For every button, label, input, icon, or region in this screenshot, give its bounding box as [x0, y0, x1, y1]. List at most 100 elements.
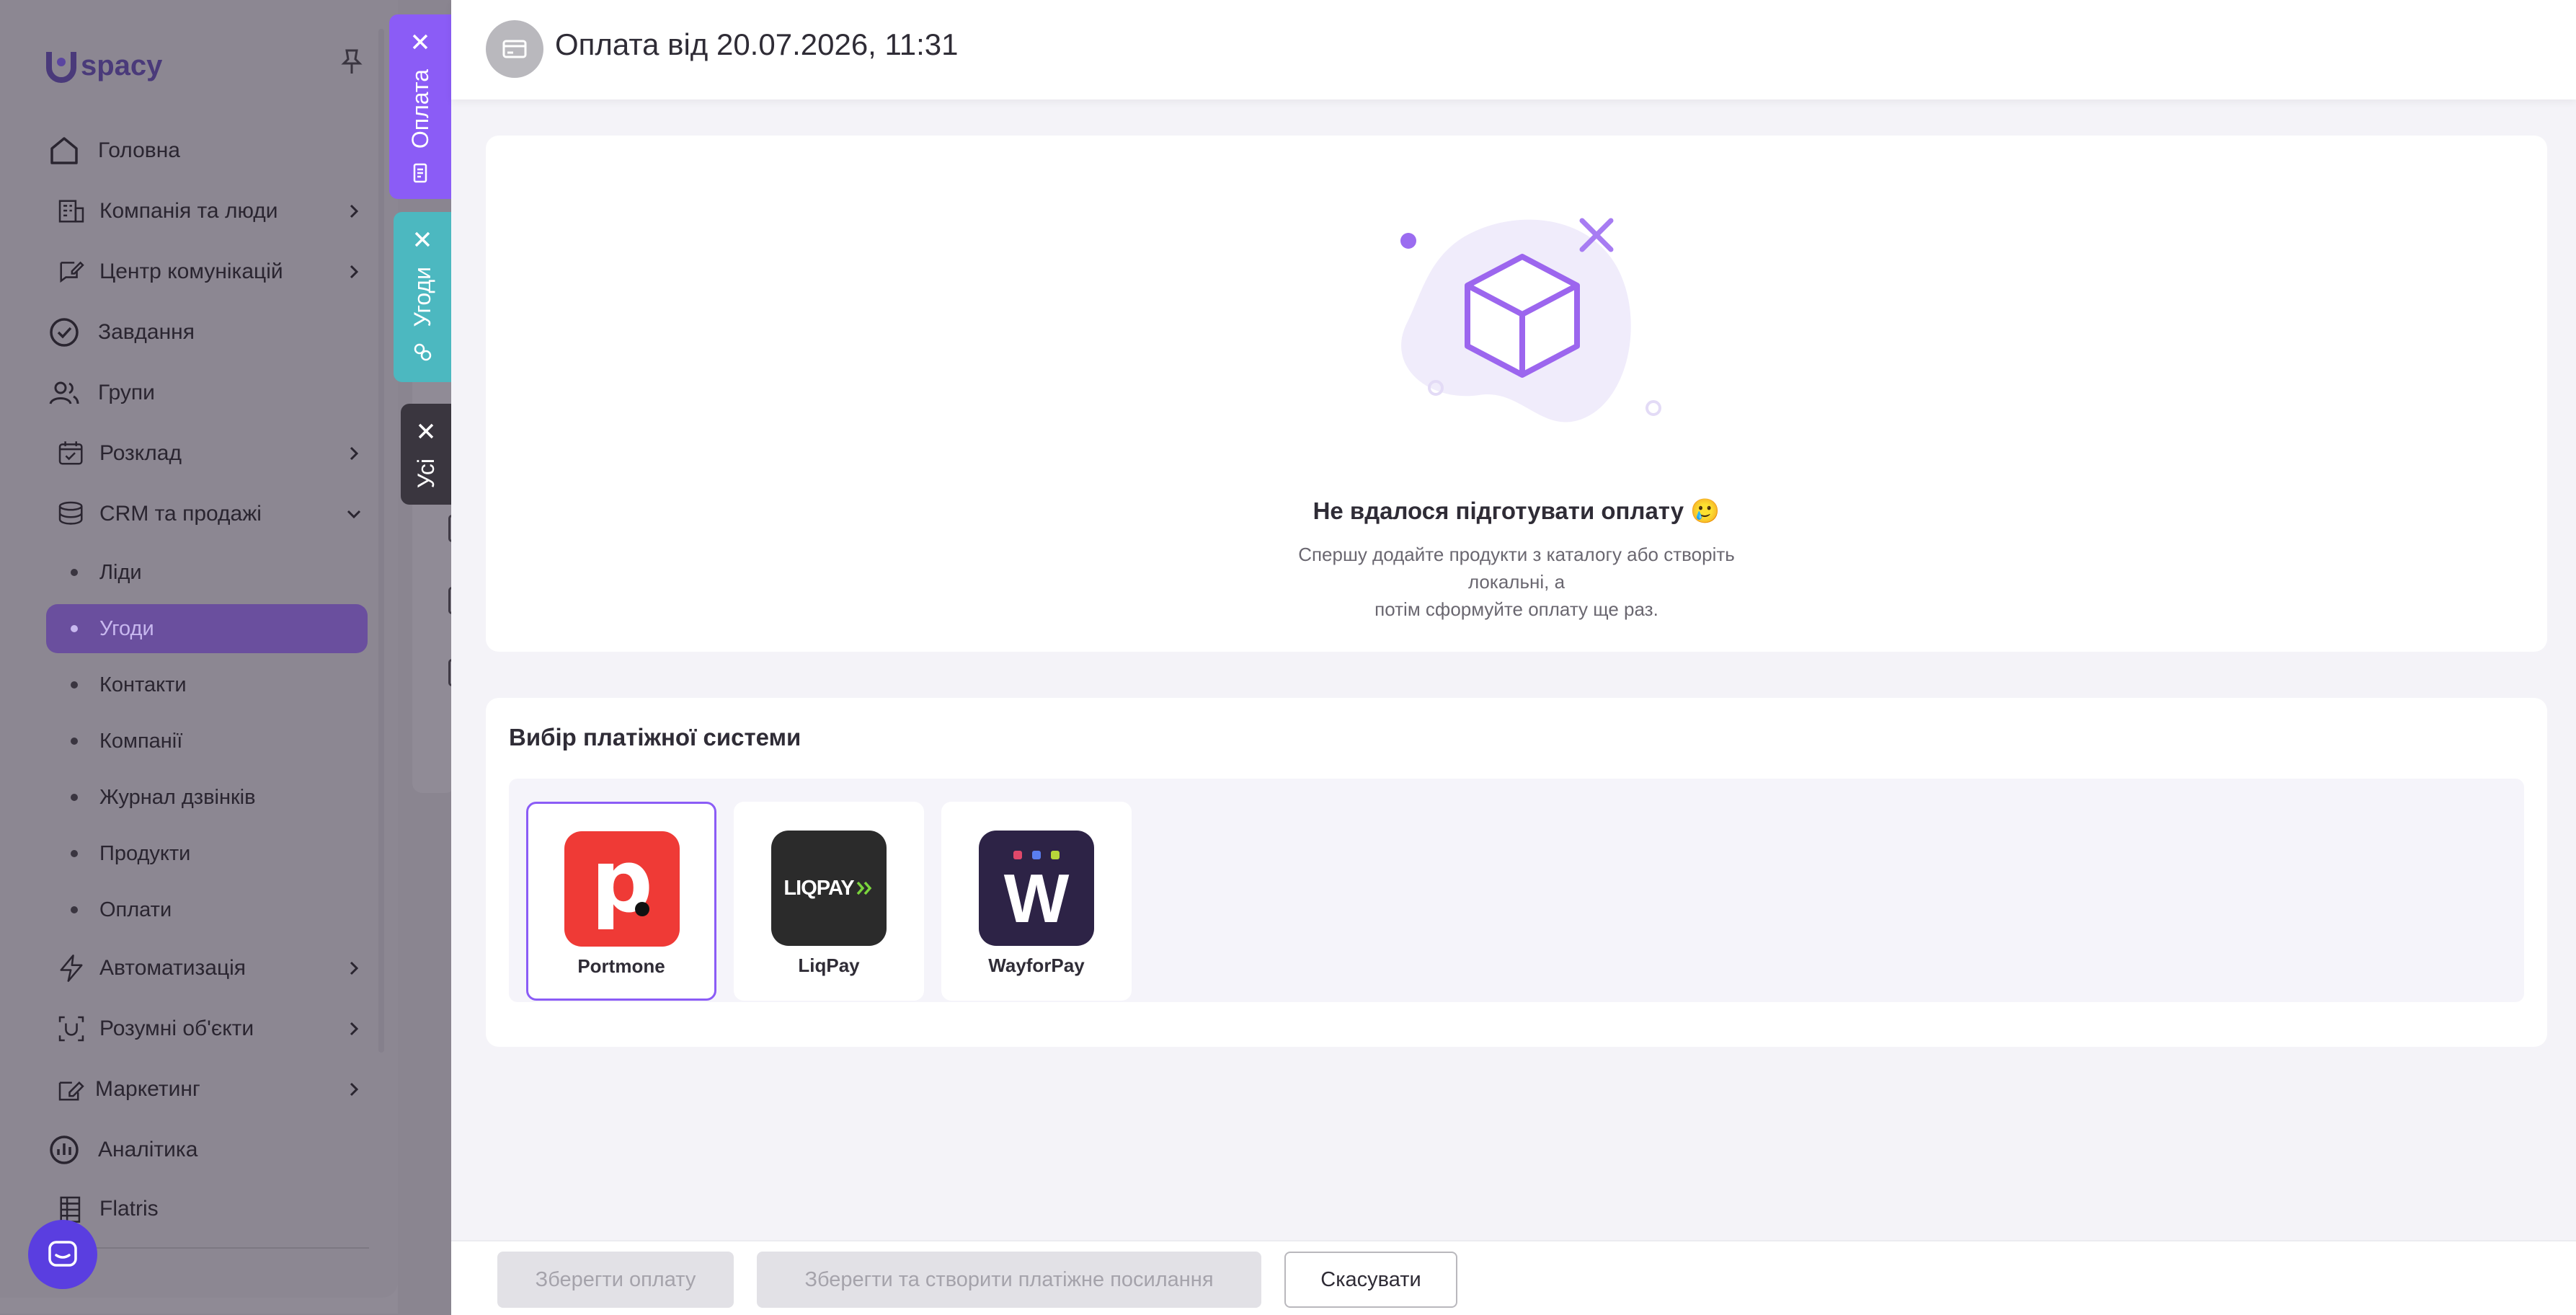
payment-option-label: Portmone [577, 955, 665, 977]
wayforpay-logo: W [979, 831, 1094, 946]
chat-edit-icon [60, 261, 84, 283]
users-icon [49, 381, 79, 404]
database-icon [58, 501, 83, 525]
bullet-dot [71, 625, 78, 632]
empty-box-illustration [1400, 218, 1661, 422]
empty-state-description-line: Спершу додайте продукти з каталогу або с… [1298, 544, 1735, 593]
close-icon[interactable] [413, 418, 439, 444]
save-payment-button[interactable]: Зберегти оплату [497, 1252, 734, 1308]
tab-label: Усі [412, 459, 439, 489]
empty-state-description: Спершу додайте продукти з каталогу або с… [1264, 541, 1769, 623]
pin-icon[interactable] [339, 48, 365, 76]
bullet-dot [71, 794, 78, 801]
save-and-create-link-button[interactable]: Зберегти та створити платіжне посилання [757, 1252, 1261, 1308]
empty-state-card: Не вдалося підготувати оплату 🥲 Спершу д… [486, 136, 2547, 652]
sidebar-subitem-label: Продукти [99, 841, 191, 865]
sidebar-item-flatris[interactable]: Flatris [56, 1184, 363, 1234]
sidebar-item-label: Аналітика [98, 1138, 198, 1161]
wayforpay-logo-letter: W [1003, 860, 1070, 937]
sidebar-subitem-label: Угоди [99, 616, 154, 640]
tab-label: Угоди [409, 267, 435, 327]
sidebar-subitem-payments[interactable]: Оплати [46, 885, 368, 934]
liqpay-chevrons-icon [856, 881, 871, 895]
wayforpay-dot [1051, 851, 1060, 859]
sidebar-subitem-products[interactable]: Продукти [46, 829, 368, 878]
chevron-right-icon [350, 961, 359, 975]
bullet-dot [71, 569, 78, 576]
sidebar-item-analytics[interactable]: Аналітика [46, 1125, 363, 1175]
home-icon [50, 137, 78, 164]
sidebar-item-label: Завдання [98, 320, 195, 344]
payment-option-portmone[interactable]: p Portmone [526, 802, 716, 1001]
sidebar-subitem-deals[interactable]: Угоди [46, 604, 368, 653]
sidebar-subitem-contacts[interactable]: Контакти [46, 660, 368, 709]
close-icon[interactable] [407, 29, 433, 55]
portmone-logo: p [564, 831, 680, 947]
close-icon[interactable] [409, 226, 435, 252]
bullet-dot [71, 850, 78, 857]
empty-state-description-line: потім сформуйте оплату ще раз. [1374, 598, 1658, 620]
sidebar-item-crm[interactable]: CRM та продажі [56, 489, 363, 539]
sidebar-subitem-label: Компанії [99, 729, 183, 753]
logo-mark-icon [46, 52, 76, 83]
panel-header: Оплата від 20.07.2026, 11:31 [451, 0, 2576, 99]
payment-options-area: p Portmone LIQPAY LiqPay W WayforPay [509, 779, 2524, 1002]
sidebar-item-label: Розклад [99, 441, 182, 465]
payment-panel: Оплата від 20.07.2026, 11:31 Не вдалося … [451, 0, 2576, 1315]
lightning-icon [60, 955, 83, 982]
tab-payment[interactable]: Оплата [389, 14, 451, 199]
sidebar-panel: spacy Головна Компанія та люди Центр ком… [0, 0, 398, 1298]
payment-system-card: Вибір платіжної системи p Portmone LIQPA… [486, 698, 2547, 1047]
company-icon [58, 200, 84, 223]
tab-deals[interactable]: Угоди [394, 212, 451, 382]
bullet-dot [71, 738, 78, 745]
sidebar-subitem-call-log[interactable]: Журнал дзвінків [46, 773, 368, 822]
bullet-dot [71, 681, 78, 689]
sidebar-item-label: CRM та продажі [99, 502, 262, 526]
portmone-logo-dot [635, 902, 649, 916]
wayforpay-dot [1032, 851, 1041, 859]
sidebar-item-label: Автоматизація [99, 956, 247, 980]
check-circle-icon [50, 318, 79, 347]
chevron-right-icon [350, 446, 359, 461]
tab-all[interactable]: Усі [401, 404, 451, 505]
sidebar-item-label: Розумні об'єкти [99, 1017, 254, 1040]
payment-system-title: Вибір платіжної системи [509, 724, 801, 751]
sidebar-subitem-leads[interactable]: Ліди [46, 548, 368, 597]
sidebar-item-marketing[interactable]: Маркетинг [56, 1064, 363, 1115]
logo-text: spacy [81, 49, 163, 81]
sidebar-item-schedule[interactable]: Розклад [56, 428, 363, 479]
sidebar-item-automation[interactable]: Автоматизація [56, 943, 363, 993]
sidebar-item-smart-objects[interactable]: Розумні об'єкти [56, 1004, 363, 1054]
liqpay-logo-text: LIQPAY [783, 876, 854, 900]
invoice-icon [413, 163, 427, 183]
chevron-right-icon [350, 204, 359, 218]
payment-card-icon [486, 20, 543, 78]
analytics-icon [50, 1135, 79, 1164]
app-logo[interactable]: spacy [45, 48, 162, 84]
chevron-right-icon [350, 1022, 359, 1036]
payment-option-label: LiqPay [798, 955, 860, 976]
cancel-button[interactable]: Скасувати [1284, 1252, 1457, 1308]
payment-option-wayforpay[interactable]: W WayforPay [941, 802, 1132, 1001]
payment-option-liqpay[interactable]: LIQPAY LiqPay [734, 802, 924, 1001]
sidebar-item-tasks[interactable]: Завдання [46, 307, 363, 358]
sidebar-item-home[interactable]: Головна [46, 125, 363, 176]
sidebar-subitem-companies[interactable]: Компанії [46, 717, 368, 766]
chevron-right-icon [350, 1082, 359, 1097]
panel-title: Оплата від 20.07.2026, 11:31 [555, 27, 959, 61]
wayforpay-dot [1013, 851, 1022, 859]
coins-icon [414, 343, 432, 360]
sidebar-scrollbar[interactable] [378, 29, 384, 1053]
sidebar-subitem-label: Контакти [99, 673, 187, 696]
sidebar-item-label: Маркетинг [95, 1077, 200, 1101]
liqpay-logo: LIQPAY [771, 831, 887, 946]
sidebar-item-groups[interactable]: Групи [46, 368, 363, 418]
chevron-right-icon [350, 265, 359, 279]
payment-option-label: WayforPay [988, 955, 1085, 976]
sidebar-item-company[interactable]: Компанія та люди [56, 186, 363, 236]
chevron-down-icon [347, 510, 361, 519]
bullet-dot [71, 906, 78, 913]
support-chat-button[interactable] [28, 1220, 97, 1289]
sidebar-item-communications[interactable]: Центр комунікацій [56, 247, 363, 297]
